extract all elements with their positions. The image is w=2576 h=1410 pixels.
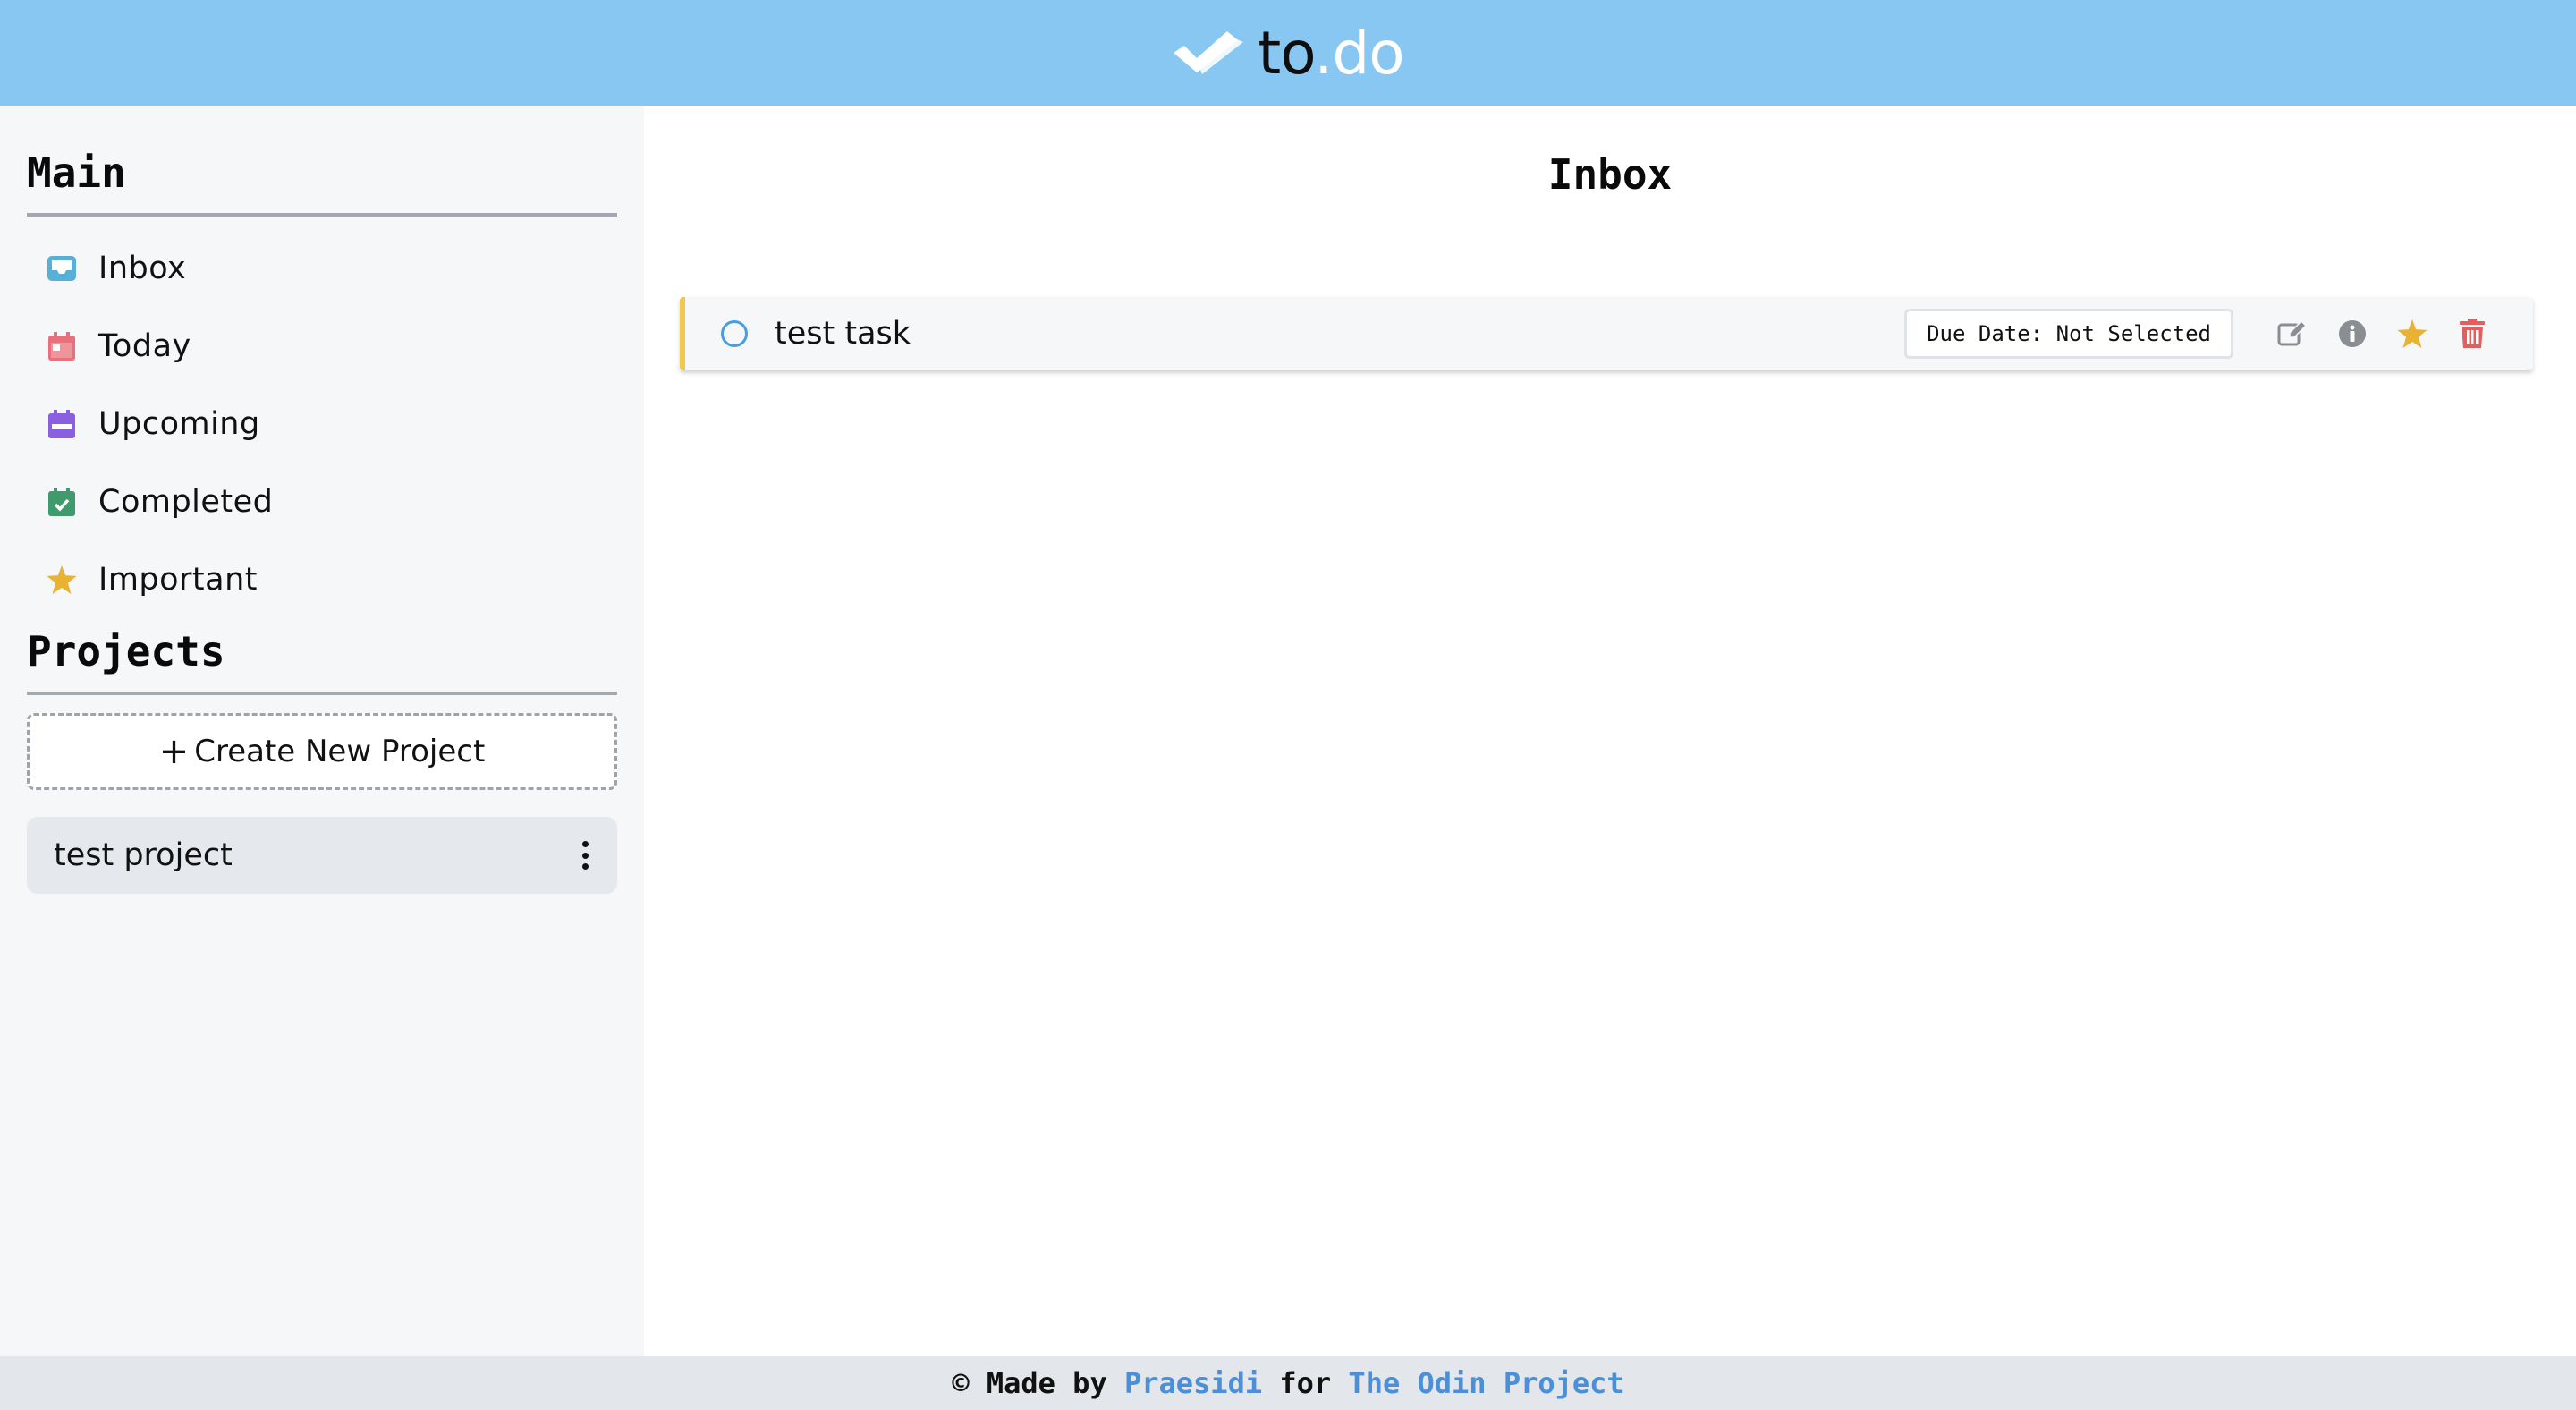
more-options-icon[interactable] (576, 837, 594, 873)
project-item[interactable]: test project (27, 817, 617, 894)
task-complete-checkbox[interactable] (721, 320, 748, 347)
create-project-label: Create New Project (194, 734, 486, 769)
footer-middle: for (1262, 1366, 1349, 1400)
projects-section-title: Projects (27, 618, 617, 695)
main-content: Inbox test task Due Date: Not Selected (644, 106, 2576, 1356)
sidebar-item-completed[interactable]: Completed (27, 463, 617, 540)
logo-text-accent: .do (1314, 18, 1404, 88)
info-icon[interactable] (2336, 318, 2368, 350)
logo-text: to.do (1258, 18, 1404, 88)
sidebar-item-upcoming[interactable]: Upcoming (27, 385, 617, 463)
project-label: test project (54, 837, 233, 873)
star-icon (47, 565, 77, 595)
main-nav: Inbox Today Upcoming Completed Important (27, 217, 617, 618)
due-date-button[interactable]: Due Date: Not Selected (1904, 309, 2233, 359)
inbox-icon (47, 253, 77, 284)
double-check-icon (1172, 26, 1245, 80)
calendar-check-icon (47, 487, 77, 517)
edit-icon[interactable] (2276, 318, 2309, 350)
app-footer: © Made by Praesidi for The Odin Project (0, 1356, 2576, 1410)
task-item[interactable]: test task Due Date: Not Selected (680, 297, 2533, 370)
sidebar-item-label: Upcoming (98, 405, 260, 442)
logo-text-main: to (1258, 18, 1315, 88)
trash-icon[interactable] (2456, 318, 2488, 350)
plus-icon: + (158, 731, 190, 772)
create-project-button[interactable]: + Create New Project (27, 713, 617, 790)
sidebar-item-today[interactable]: Today (27, 307, 617, 385)
star-icon[interactable] (2396, 318, 2428, 350)
sidebar-item-label: Completed (98, 483, 274, 520)
sidebar: Main Inbox Today Upcoming Completed Impo… (0, 106, 644, 1356)
app-header: to.do (0, 0, 2576, 106)
task-title: test task (775, 316, 911, 352)
sidebar-item-label: Important (98, 561, 258, 598)
sidebar-item-important[interactable]: Important (27, 540, 617, 618)
sidebar-item-inbox[interactable]: Inbox (27, 229, 617, 307)
calendar-week-icon (47, 409, 77, 439)
odin-project-link[interactable]: The Odin Project (1348, 1366, 1623, 1400)
sidebar-item-label: Today (98, 327, 191, 364)
sidebar-item-label: Inbox (98, 250, 187, 286)
app-logo[interactable]: to.do (1172, 18, 1405, 88)
page-title: Inbox (1547, 150, 1673, 199)
main-section-title: Main (27, 106, 617, 217)
calendar-day-icon (47, 331, 77, 361)
author-link[interactable]: Praesidi (1124, 1366, 1262, 1400)
footer-prefix: © Made by (952, 1366, 1124, 1400)
